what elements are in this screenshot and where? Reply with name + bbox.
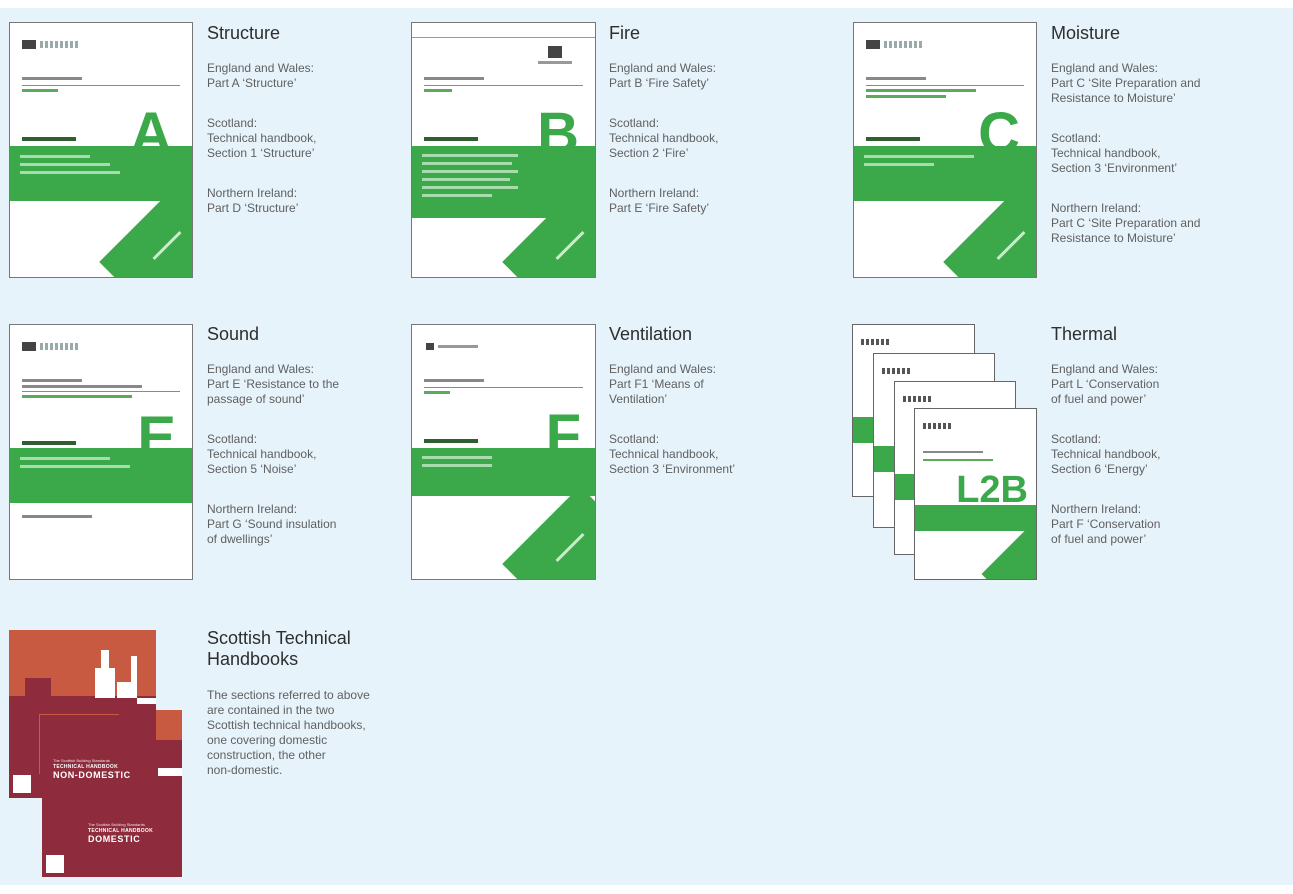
entry-northern-ireland: Northern Ireland: Part C ‘Site Preparati… [1051,201,1201,245]
entry-title: Structure [207,23,281,43]
approved-document-e-cover: E [9,324,193,580]
crest-logo [22,342,80,351]
entry-structure: Structure England and Wales: Part A ‘Str… [207,23,387,234]
entry-england-wales: England and Wales: Part L ‘Conservation … [1051,362,1160,406]
entry-scotland: Scotland: Technical handbook, Section 5 … [207,432,317,476]
entry-thermal: Thermal England and Wales: Part L ‘Conse… [1051,324,1251,565]
entry-england-wales: England and Wales: Part A ‘Structure’ [207,61,314,90]
handbook-logo [46,855,64,873]
entry-england-wales: England and Wales: Part B ‘Fire Safety’ [609,61,716,90]
entry-fire: Fire England and Wales: Part B ‘Fire Saf… [609,23,789,234]
entry-ventilation: Ventilation England and Wales: Part F1 ‘… [609,324,789,495]
entry-scottish-handbooks: Scottish Technical Handbooks The section… [207,628,407,796]
entry-scotland: Scotland: Technical handbook, Section 3 … [1051,131,1178,175]
handbook-name-non-domestic: NON-DOMESTIC [53,770,131,780]
entry-title: Thermal [1051,324,1118,344]
crest-logo [866,40,924,49]
approved-document-c-cover: C [853,22,1037,278]
handbook-name-domestic: DOMESTIC [88,834,141,844]
entry-scotland: Scotland: Technical handbook, Section 2 … [609,116,719,160]
entry-sound: Sound England and Wales: Part E ‘Resista… [207,324,387,565]
entry-scotland: Scotland: Technical handbook, Section 3 … [609,432,736,476]
technical-handbook-non-domestic-cover: The Scottish Building Standards TECHNICA… [9,630,156,798]
entry-scotland: Scotland: Technical handbook, Section 1 … [207,116,317,160]
entry-northern-ireland: Northern Ireland: Part E ‘Fire Safety’ [609,186,710,215]
entry-description: The sections referred to above are conta… [207,688,370,777]
entry-title: Moisture [1051,23,1121,43]
entry-northern-ireland: Northern Ireland: Part G ‘Sound insulati… [207,502,337,546]
entry-england-wales: England and Wales: Part C ‘Site Preparat… [1051,61,1201,105]
entry-title: Scottish Technical Handbooks [207,628,351,669]
approved-document-f-cover: F [411,324,596,580]
handbook-logo [13,775,31,793]
entry-england-wales: England and Wales: Part F1 ‘Means of Ven… [609,362,716,406]
entry-title: Fire [609,23,640,43]
crest-logo [22,40,80,49]
thermal-cover-l2b: L2B [914,408,1037,580]
entry-moisture: Moisture England and Wales: Part C ‘Site… [1051,23,1251,264]
entry-scotland: Scotland: Technical handbook, Section 6 … [1051,432,1161,476]
approved-document-a-cover: A [9,22,193,278]
entry-northern-ireland: Northern Ireland: Part D ‘Structure’ [207,186,299,215]
approved-document-b-cover: B [411,22,596,278]
entry-title: Sound [207,324,260,344]
entry-northern-ireland: Northern Ireland: Part F ‘Conservation o… [1051,502,1161,546]
entry-england-wales: England and Wales: Part E ‘Resistance to… [207,362,340,406]
entry-title: Ventilation [609,324,693,344]
